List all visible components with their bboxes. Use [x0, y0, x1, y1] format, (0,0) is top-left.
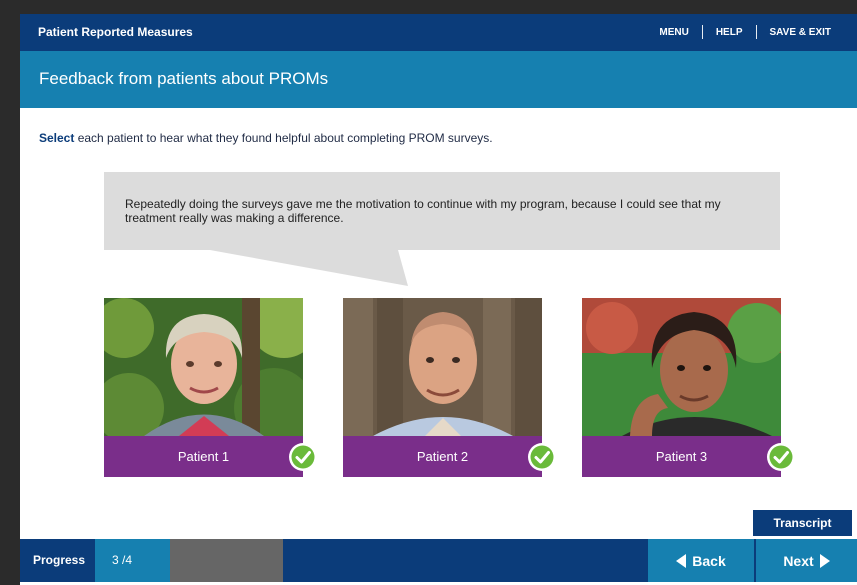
- app-window: Patient Reported Measures MENU HELP SAVE…: [20, 14, 857, 585]
- next-button[interactable]: Next: [756, 539, 857, 582]
- check-circle-icon: [528, 443, 556, 471]
- patient-photo-1: [104, 298, 303, 436]
- nav-divider: [755, 25, 757, 39]
- patient-card-1[interactable]: Patient 1: [104, 298, 317, 480]
- instruction-text: Select each patient to hear what they fo…: [39, 131, 493, 145]
- patient-label-1: Patient 1: [104, 436, 303, 477]
- triangle-right-icon: [819, 553, 830, 568]
- progress-count: 3 /4: [112, 553, 133, 567]
- patient-quote: Repeatedly doing the surveys gave me the…: [125, 197, 721, 225]
- progress-label: Progress: [33, 553, 86, 567]
- back-label: Back: [692, 552, 726, 569]
- patient-label-2: Patient 2: [343, 436, 542, 477]
- patient-card-2[interactable]: Patient 2: [343, 298, 556, 480]
- app-title: Patient Reported Measures: [38, 25, 193, 39]
- patient-label-3: Patient 3: [582, 436, 781, 477]
- check-circle-icon: [289, 443, 317, 471]
- progress-fill: [95, 539, 170, 582]
- menu-link[interactable]: MENU: [659, 27, 688, 38]
- instruction-bold: Select: [39, 131, 75, 145]
- next-label: Next: [783, 552, 814, 569]
- speech-bubble: Repeatedly doing the surveys gave me the…: [104, 172, 780, 250]
- check-circle-icon: [767, 443, 795, 471]
- footer-bar: Progress 3 /4 Back Next: [20, 539, 857, 582]
- patient-photo-2: [343, 298, 542, 436]
- patient-card-3[interactable]: Patient 3: [582, 298, 795, 480]
- patient-photo-3: [582, 298, 781, 436]
- triangle-left-icon: [676, 553, 687, 568]
- instruction-rest: each patient to hear what they found hel…: [74, 131, 493, 145]
- top-nav: MENU HELP SAVE & EXIT: [659, 25, 831, 39]
- help-link[interactable]: HELP: [716, 27, 743, 38]
- nav-divider: [701, 25, 703, 39]
- transcript-button[interactable]: Transcript: [753, 510, 852, 536]
- page-title: Feedback from patients about PROMs: [39, 69, 329, 88]
- back-button[interactable]: Back: [648, 539, 754, 582]
- top-header: Patient Reported Measures MENU HELP SAVE…: [20, 14, 857, 51]
- title-bar: Feedback from patients about PROMs: [20, 51, 857, 108]
- save-exit-link[interactable]: SAVE & EXIT: [770, 27, 832, 38]
